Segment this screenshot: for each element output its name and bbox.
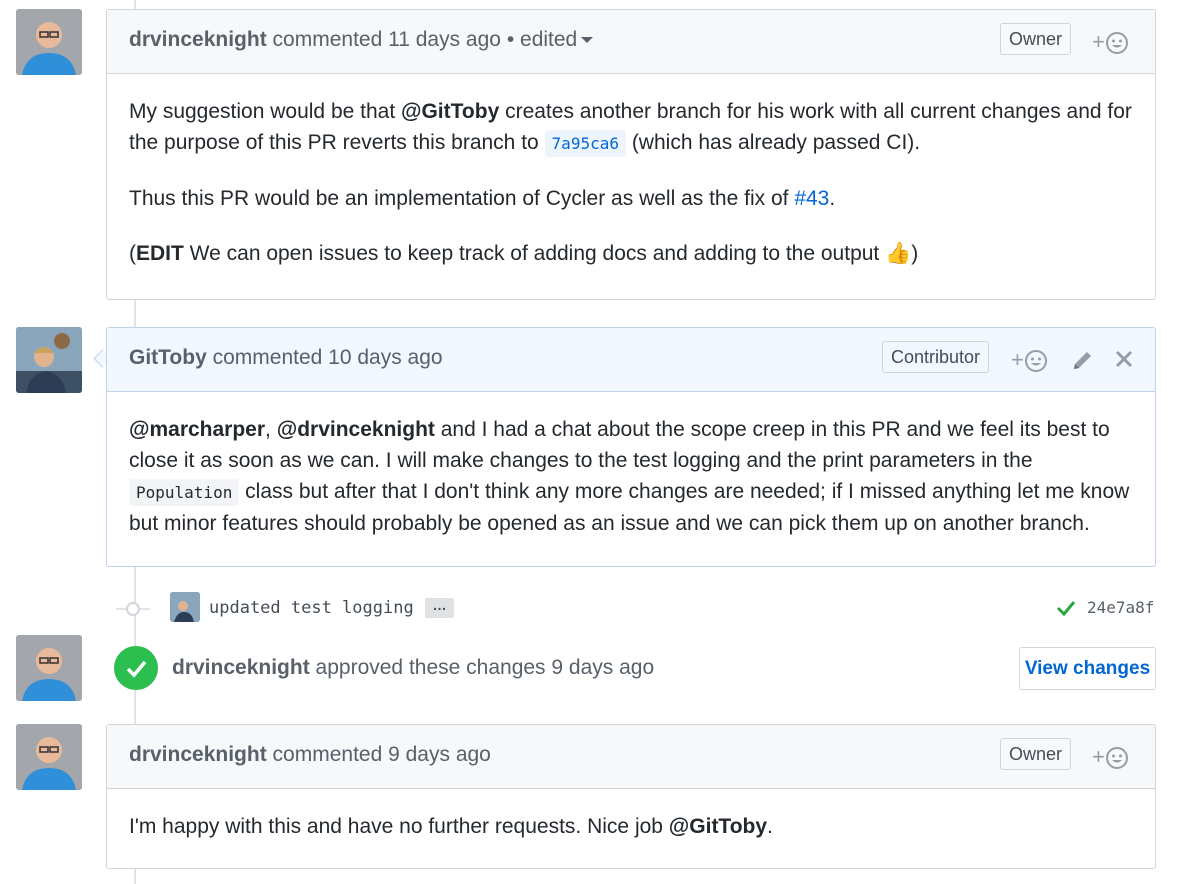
review-author[interactable]: drvinceknight (172, 656, 310, 679)
comment-action: commented (272, 743, 383, 766)
avatar-drvinceknight[interactable] (16, 635, 82, 701)
comment-header: drvinceknight commented 11 days ago • ed… (107, 10, 1155, 74)
inline-code: Population (129, 479, 240, 506)
mention-link[interactable]: @GitToby (401, 100, 499, 123)
comment-header: drvinceknight commented 9 days ago Owner… (107, 725, 1155, 789)
comment-author[interactable]: drvinceknight (129, 28, 267, 51)
text: . (829, 187, 836, 210)
commit-message[interactable]: updated test logging (209, 598, 414, 618)
text: I'm happy with this and have no further … (129, 815, 669, 838)
comment-action: commented (272, 28, 383, 51)
git-commit-icon (126, 602, 140, 616)
check-icon[interactable] (1056, 598, 1076, 623)
comment-paragraph: My suggestion would be that @GitToby cre… (129, 96, 1133, 159)
smiley-icon (1024, 350, 1047, 373)
contributor-badge: Contributor (882, 341, 990, 373)
issue-link[interactable]: #43 (794, 187, 829, 210)
comment-time[interactable]: 10 days ago (328, 346, 442, 369)
add-reaction-button[interactable]: + (1092, 30, 1129, 55)
text: ( (129, 242, 136, 265)
edited-label: • edited (506, 28, 578, 51)
owner-badge: Owner (1000, 23, 1072, 55)
comment-author[interactable]: GitToby (129, 346, 207, 369)
text: . (767, 815, 773, 838)
close-icon (1115, 350, 1133, 368)
mention-link[interactable]: @drvinceknight (277, 418, 435, 441)
comment-3: drvinceknight commented 9 days ago Owner… (106, 724, 1156, 869)
chevron-down-icon (581, 37, 594, 44)
text: class but after that I don't think any m… (129, 480, 1130, 535)
comment-paragraph: (EDIT We can open issues to keep track o… (129, 238, 1133, 269)
edit-label: EDIT (136, 242, 184, 265)
edit-button[interactable] (1071, 348, 1095, 378)
delete-button[interactable] (1113, 348, 1135, 376)
comment-time[interactable]: 11 days ago (388, 28, 501, 51)
avatar-drvinceknight[interactable] (16, 724, 82, 790)
mention-link[interactable]: @marcharper (129, 418, 265, 441)
review-summary: drvinceknight approved these changes 9 d… (172, 656, 654, 680)
plus-label: + (1011, 347, 1024, 372)
comment-body: @marcharper, @drvinceknight and I had a … (107, 392, 1155, 539)
comment-paragraph: I'm happy with this and have no further … (129, 811, 1133, 842)
pencil-icon (1074, 352, 1091, 369)
comment-header: GitToby commented 10 days ago Contributo… (107, 328, 1155, 392)
text: (which has already passed CI). (625, 131, 921, 154)
text: My suggestion would be that (129, 100, 401, 123)
commit-expand-button[interactable]: … (425, 598, 454, 618)
view-changes-button[interactable]: View changes (1019, 647, 1156, 690)
comment-paragraph: @marcharper, @drvinceknight and I had a … (129, 414, 1133, 539)
comment-author[interactable]: drvinceknight (129, 743, 267, 766)
text: ) (911, 242, 919, 265)
commit-row: updated test logging … 24e7a8f (0, 592, 1179, 626)
comment-paragraph: Thus this PR would be an implementation … (129, 183, 1133, 214)
smiley-icon (1105, 747, 1128, 770)
commit-author-avatar[interactable] (170, 592, 200, 622)
thumbs-up-emoji: 👍 (885, 242, 912, 265)
smiley-icon (1105, 32, 1128, 55)
plus-label: + (1092, 744, 1105, 769)
approved-icon (114, 646, 158, 690)
plus-label: + (1092, 29, 1105, 54)
add-reaction-button[interactable]: + (1092, 745, 1129, 770)
commit-sha-link[interactable]: 24e7a8f (1087, 598, 1154, 617)
comment-body: My suggestion would be that @GitToby cre… (107, 74, 1155, 269)
avatar-gittoby[interactable] (16, 327, 82, 393)
comment-action: commented (212, 346, 323, 369)
add-reaction-button[interactable]: + (1011, 348, 1048, 373)
review-time[interactable]: 9 days ago (551, 656, 654, 679)
owner-badge: Owner (1000, 738, 1072, 770)
text: , (265, 418, 277, 441)
text: We can open issues to keep track of addi… (183, 242, 886, 265)
mention-link[interactable]: @GitToby (669, 815, 767, 838)
text: Thus this PR would be an implementation … (129, 187, 795, 210)
comment-time[interactable]: 9 days ago (388, 743, 491, 766)
review-action: approved these changes (315, 656, 546, 679)
avatar-drvinceknight[interactable] (16, 9, 82, 75)
comment-body: I'm happy with this and have no further … (107, 789, 1155, 842)
comment-2: GitToby commented 10 days ago Contributo… (106, 327, 1156, 567)
comment-1: drvinceknight commented 11 days ago • ed… (106, 9, 1156, 300)
commit-sha-link[interactable]: 7a95ca6 (544, 130, 626, 157)
edited-dropdown[interactable]: • edited (506, 28, 594, 51)
